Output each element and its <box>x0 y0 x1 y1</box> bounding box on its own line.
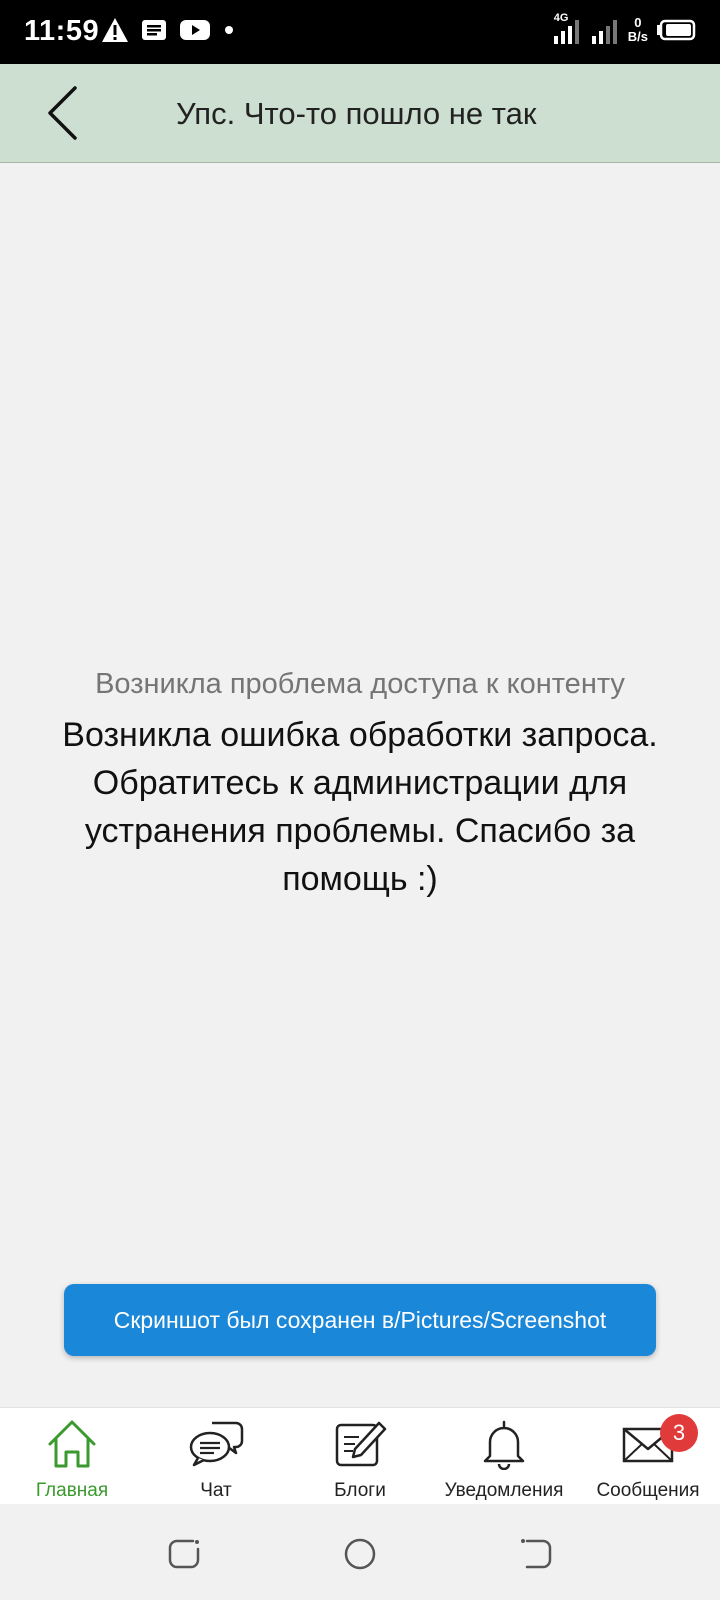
dot-icon <box>225 26 233 34</box>
signal-4g-icon: 4G <box>552 12 582 46</box>
news-icon <box>142 20 166 40</box>
screenshot-toast: Скриншот был сохранен в/Pictures/Screens… <box>64 1284 656 1356</box>
unread-badge: 3 <box>660 1414 698 1452</box>
content-area: Возникла проблема доступа к контенту Воз… <box>0 163 720 1407</box>
error-message: Возникла ошибка обработки запроса. Обрат… <box>62 716 658 898</box>
nav-item-notifications[interactable]: Уведомления <box>432 1408 576 1505</box>
nav-item-blogs[interactable]: Блоги <box>288 1408 432 1505</box>
notification-icons <box>101 17 235 43</box>
home-icon <box>43 1416 101 1472</box>
battery-icon <box>657 19 696 41</box>
warning-icon <box>102 18 128 42</box>
recent-apps-button[interactable] <box>164 1534 204 1574</box>
network-speed: 0 B/s <box>628 16 648 44</box>
nav-label-notifications: Уведомления <box>444 1480 564 1501</box>
bell-icon <box>475 1416 533 1472</box>
bottom-navigation: Главная Чат Блоги Уведомления 3 Сообщени… <box>0 1407 720 1504</box>
chat-icon <box>187 1416 245 1472</box>
blog-edit-icon <box>331 1416 389 1472</box>
back-system-button[interactable] <box>516 1534 556 1574</box>
status-time: 11:59 <box>24 15 100 47</box>
network-speed-unit: B/s <box>627 29 648 44</box>
system-status-icons: 4G 0 B/s <box>552 12 696 46</box>
network-speed-value: 0 <box>634 15 642 30</box>
page-title: Упс. Что-то пошло не так <box>176 96 537 131</box>
recent-apps-icon <box>168 1539 200 1569</box>
home-circle-icon <box>344 1538 376 1570</box>
nav-label-blogs: Блоги <box>334 1480 386 1501</box>
back-button[interactable] <box>32 82 92 144</box>
home-button[interactable] <box>340 1534 380 1574</box>
signal-icon <box>591 20 617 44</box>
chevron-left-icon <box>48 86 77 140</box>
error-subtitle: Возникла проблема доступа к контенту <box>95 668 625 700</box>
nav-label-messages: Сообщения <box>596 1480 700 1501</box>
nav-item-chat[interactable]: Чат <box>144 1408 288 1505</box>
youtube-icon <box>180 20 210 40</box>
nav-item-messages[interactable]: 3 Сообщения <box>576 1408 720 1505</box>
system-navigation-bar <box>0 1504 720 1600</box>
app-header: Упс. Что-то пошло не так <box>0 64 720 163</box>
nav-label-chat: Чат <box>200 1480 232 1501</box>
toast-text: Скриншот был сохранен в/Pictures/Screens… <box>113 1306 607 1333</box>
status-bar: 11:59 4G 0 B/s <box>0 0 720 64</box>
back-system-icon <box>521 1539 552 1569</box>
nav-item-home[interactable]: Главная <box>0 1408 144 1505</box>
nav-label-home: Главная <box>35 1480 109 1501</box>
